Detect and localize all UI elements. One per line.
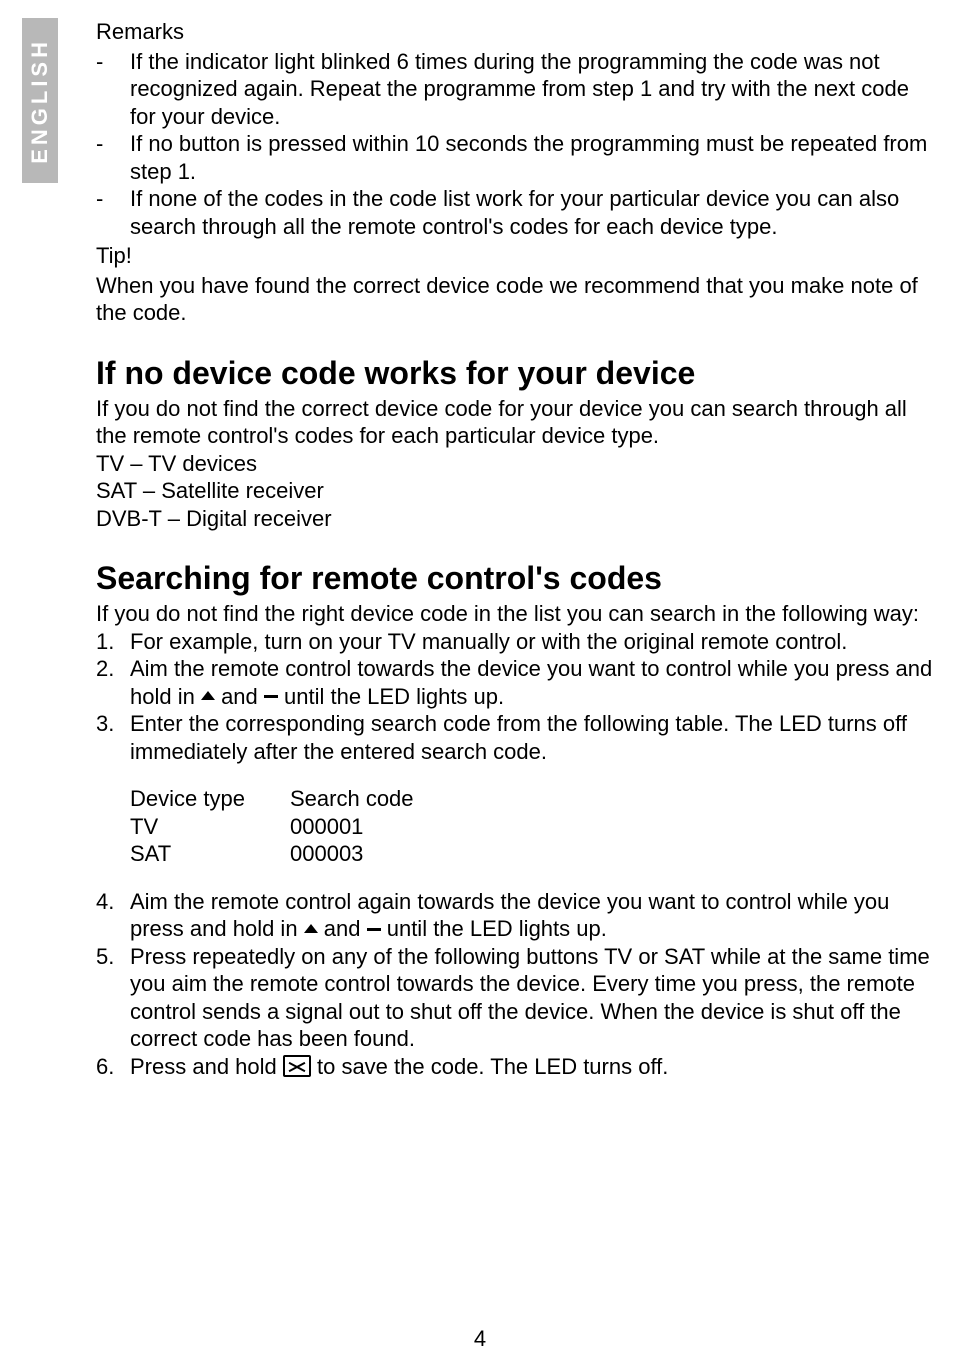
section-intro: If you do not find the right device code… [96, 600, 936, 628]
tip-text: When you have found the correct device c… [96, 272, 936, 327]
section-intro: If you do not find the correct device co… [96, 395, 936, 450]
table-header: Search code [290, 785, 414, 813]
table-cell: 000003 [290, 840, 363, 868]
step-item: 3. Enter the corresponding search code f… [96, 710, 936, 765]
step-number: 3. [96, 710, 130, 765]
language-tab-label: ENGLISH [27, 38, 53, 164]
section-heading: Searching for remote control's codes [96, 558, 936, 598]
step-number: 1. [96, 628, 130, 656]
step-number: 5. [96, 943, 130, 1053]
step-number: 4. [96, 888, 130, 943]
page-number: 4 [0, 1326, 960, 1352]
bullet-dash: - [96, 185, 130, 240]
step-item: 4. Aim the remote control again towards … [96, 888, 936, 943]
step-text-part: until the LED lights up. [278, 684, 504, 709]
table-row: SAT 000003 [130, 840, 936, 868]
step-text: For example, turn on your TV manually or… [130, 628, 936, 656]
step-item: 6. Press and hold to save the code. The … [96, 1053, 936, 1081]
bullet-dash: - [96, 48, 130, 131]
step-text: Press repeatedly on any of the following… [130, 943, 936, 1053]
step-number: 6. [96, 1053, 130, 1081]
table-cell: SAT [130, 840, 290, 868]
up-arrow-icon [201, 691, 215, 700]
section-heading: If no device code works for your device [96, 353, 936, 393]
step-text: Press and hold to save the code. The LED… [130, 1053, 936, 1081]
step-text-part: and [318, 916, 367, 941]
step-text: Enter the corresponding search code from… [130, 710, 936, 765]
step-item: 5. Press repeatedly on any of the follow… [96, 943, 936, 1053]
step-text-part: to save the code. The LED turns off. [311, 1054, 669, 1079]
search-code-table: Device type Search code TV 000001 SAT 00… [130, 785, 936, 868]
remarks-item-text: If no button is pressed within 10 second… [130, 130, 936, 185]
device-line: SAT – Satellite receiver [96, 477, 936, 505]
remarks-item: - If none of the codes in the code list … [96, 185, 936, 240]
device-line: DVB-T – Digital receiver [96, 505, 936, 533]
step-text: Aim the remote control towards the devic… [130, 655, 936, 710]
bullet-dash: - [96, 130, 130, 185]
step-item: 1. For example, turn on your TV manually… [96, 628, 936, 656]
page-content: Remarks - If the indicator light blinked… [96, 18, 936, 1080]
step-text-part: until the LED lights up. [381, 916, 607, 941]
up-arrow-icon [304, 924, 318, 933]
tip-label: Tip! [96, 242, 936, 270]
remarks-title: Remarks [96, 18, 936, 46]
table-header: Device type [130, 785, 290, 813]
step-item: 2. Aim the remote control towards the de… [96, 655, 936, 710]
remarks-item: - If the indicator light blinked 6 times… [96, 48, 936, 131]
table-cell: TV [130, 813, 290, 841]
device-line: TV – TV devices [96, 450, 936, 478]
step-text-part: Press and hold [130, 1054, 283, 1079]
step-number: 2. [96, 655, 130, 710]
minus-icon [367, 928, 381, 931]
step-text: Aim the remote control again towards the… [130, 888, 936, 943]
minus-icon [264, 695, 278, 698]
remarks-item: - If no button is pressed within 10 seco… [96, 130, 936, 185]
remarks-item-text: If the indicator light blinked 6 times d… [130, 48, 936, 131]
table-cell: 000001 [290, 813, 363, 841]
language-tab: ENGLISH [22, 18, 58, 183]
mute-icon [283, 1055, 311, 1077]
table-header-row: Device type Search code [130, 785, 936, 813]
remarks-item-text: If none of the codes in the code list wo… [130, 185, 936, 240]
table-row: TV 000001 [130, 813, 936, 841]
step-text-part: and [215, 684, 264, 709]
